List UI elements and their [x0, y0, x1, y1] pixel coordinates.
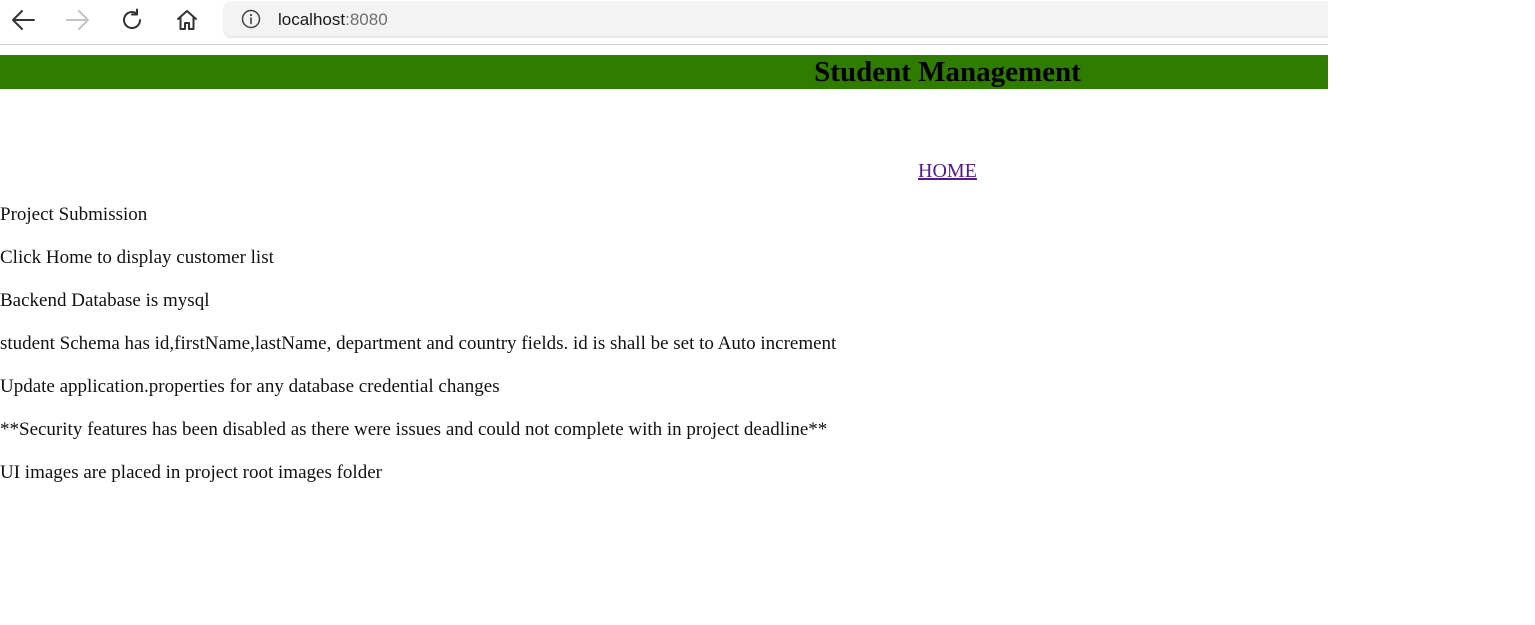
forward-button[interactable]	[61, 5, 95, 35]
home-icon	[175, 8, 199, 32]
page-title: Student Management	[814, 56, 1081, 88]
info-line-security-note: **Security features has been disabled as…	[0, 419, 828, 440]
arrow-right-icon	[65, 9, 91, 31]
info-line-student-schema: student Schema has id,firstName,lastName…	[0, 333, 837, 354]
address-bar[interactable]: localhost:8080	[223, 1, 1328, 38]
info-line-backend-database: Backend Database is mysql	[0, 290, 210, 311]
info-icon[interactable]	[241, 9, 261, 29]
back-button[interactable]	[6, 5, 40, 35]
reload-icon	[120, 8, 144, 32]
url-host: localhost	[278, 10, 346, 29]
home-button[interactable]	[170, 5, 204, 35]
arrow-left-icon	[10, 9, 36, 31]
home-link[interactable]: HOME	[918, 159, 977, 183]
info-line-ui-images: UI images are placed in project root ima…	[0, 462, 382, 483]
header-banner: Student Management	[0, 55, 1328, 89]
url-port: :8080	[345, 10, 388, 29]
info-line-application-properties: Update application.properties for any da…	[0, 376, 500, 397]
reload-button[interactable]	[115, 5, 149, 35]
browser-toolbar: localhost:8080	[0, 0, 1328, 45]
url-text[interactable]: localhost:8080	[278, 10, 388, 30]
info-line-click-home: Click Home to display customer list	[0, 247, 274, 268]
info-line-project-submission: Project Submission	[0, 204, 148, 225]
